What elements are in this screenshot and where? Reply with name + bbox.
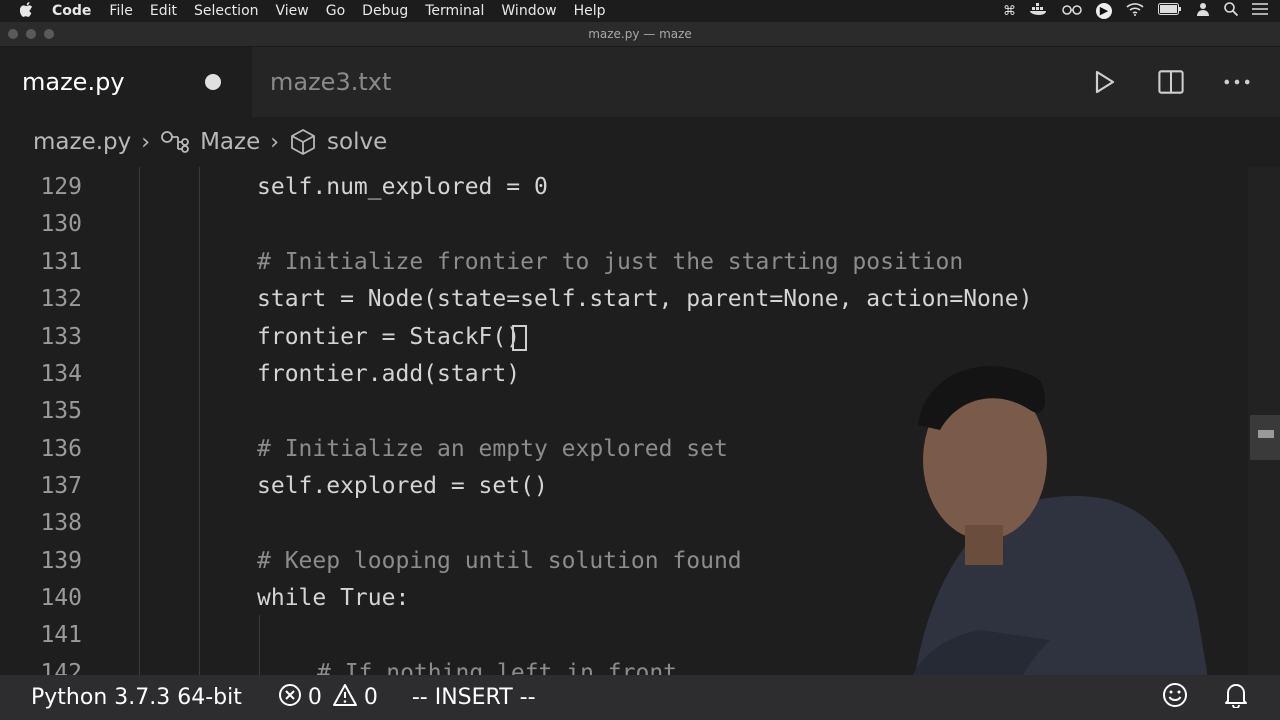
battery-icon[interactable]	[1158, 3, 1182, 19]
line-text: # If nothing left in front	[317, 660, 678, 675]
breadcrumb: maze.py › Maze › solve	[0, 117, 1280, 167]
line-number: 130	[40, 211, 82, 237]
docker-icon[interactable]	[1030, 3, 1048, 19]
menu-selection[interactable]: Selection	[194, 3, 259, 19]
menu-app-name[interactable]: Code	[52, 3, 91, 19]
line-text: while True:	[257, 585, 410, 611]
line-number: 134	[40, 361, 82, 387]
code-line[interactable]: 130	[0, 206, 1280, 243]
presenter-video-overlay	[900, 366, 1215, 720]
wifi-icon[interactable]	[1126, 2, 1144, 20]
menu-icon[interactable]	[1252, 3, 1268, 19]
line-text: # Keep looping until solution found	[257, 548, 742, 574]
menu-view[interactable]: View	[276, 3, 309, 19]
line-text: # Initialize frontier to just the starti…	[257, 249, 964, 275]
line-number: 141	[40, 622, 82, 648]
window-title: maze.py — maze	[588, 27, 692, 41]
glasses-icon[interactable]	[1062, 4, 1082, 19]
breadcrumb-class-label: Maze	[200, 129, 261, 155]
status-right-items	[1162, 675, 1248, 720]
line-number: 132	[40, 286, 82, 312]
play-circle-icon[interactable]: ▶	[1096, 3, 1112, 19]
apple-icon[interactable]	[19, 1, 36, 21]
line-number: 135	[40, 398, 82, 424]
run-play-icon[interactable]	[1092, 69, 1118, 95]
line-number: 131	[40, 249, 82, 275]
line-text: frontier = StackF()	[257, 324, 521, 350]
feedback-smiley-icon[interactable]	[1162, 682, 1188, 714]
line-number: 142	[40, 660, 82, 675]
menu-debug[interactable]: Debug	[362, 3, 408, 19]
code-line[interactable]: 132 start = Node(state=self.start, paren…	[0, 281, 1280, 318]
error-icon	[278, 683, 302, 713]
user-icon[interactable]	[1196, 2, 1210, 20]
problems-errors[interactable]: 0	[278, 683, 322, 713]
tab-label: maze.py	[22, 68, 125, 96]
command-icon[interactable]: ⌘	[1003, 4, 1016, 19]
menu-go[interactable]: Go	[326, 3, 345, 19]
menu-status-icons: ⌘ ▶	[1003, 0, 1268, 22]
split-editor-icon[interactable]	[1158, 69, 1184, 95]
chevron-right-icon: ›	[141, 129, 151, 155]
line-text: self.explored = set()	[257, 473, 548, 499]
menu-edit[interactable]: Edit	[150, 3, 177, 19]
line-text: # Initialize an empty explored set	[257, 436, 728, 462]
menu-file[interactable]: File	[109, 3, 132, 19]
line-number: 138	[40, 510, 82, 536]
tab-maze3-txt[interactable]: maze3.txt	[252, 47, 442, 117]
problems-warnings[interactable]: 0	[332, 683, 378, 713]
window-title-bar: maze.py — maze	[0, 22, 1280, 47]
editor-tab-bar: maze.py maze3.txt	[0, 47, 1280, 117]
code-line[interactable]: 129 self.num_explored = 0	[0, 169, 1280, 206]
class-symbol-icon	[160, 130, 190, 154]
line-number: 136	[40, 436, 82, 462]
tab-label: maze3.txt	[270, 68, 392, 96]
line-number: 137	[40, 473, 82, 499]
line-text: frontier.add(start)	[257, 361, 521, 387]
notifications-bell-icon[interactable]	[1224, 682, 1248, 714]
text-cursor	[512, 325, 527, 351]
search-icon[interactable]	[1224, 2, 1239, 20]
tab-maze-py[interactable]: maze.py	[0, 47, 252, 117]
macos-menu-bar: Code File Edit Selection View Go Debug T…	[0, 0, 1280, 22]
chevron-right-icon: ›	[270, 129, 280, 155]
code-line[interactable]: 131 # Initialize frontier to just the st…	[0, 244, 1280, 281]
status-bar: Python 3.7.3 64-bit 0 0 -- INSERT --	[0, 675, 1280, 720]
unsaved-dot-icon[interactable]	[205, 74, 221, 90]
breadcrumb-method[interactable]: solve	[289, 128, 387, 156]
breadcrumb-method-label: solve	[327, 129, 388, 155]
method-cube-icon	[289, 128, 317, 156]
menu-window[interactable]: Window	[501, 3, 556, 19]
line-number: 129	[40, 174, 82, 200]
python-interpreter[interactable]: Python 3.7.3 64-bit	[31, 685, 242, 710]
line-text: self.num_explored = 0	[257, 174, 548, 200]
vim-mode: -- INSERT --	[411, 685, 536, 710]
breadcrumb-file[interactable]: maze.py	[33, 129, 131, 155]
editor-actions	[1092, 47, 1250, 117]
warning-count: 0	[363, 685, 378, 710]
error-count: 0	[307, 685, 322, 710]
line-number: 140	[40, 585, 82, 611]
more-actions-icon[interactable]	[1224, 69, 1250, 95]
menu-terminal[interactable]: Terminal	[425, 3, 484, 19]
warning-icon	[332, 683, 358, 713]
line-number: 139	[40, 548, 82, 574]
line-number: 133	[40, 324, 82, 350]
breadcrumb-class[interactable]: Maze	[160, 129, 260, 155]
menu-help[interactable]: Help	[574, 3, 606, 19]
line-text: start = Node(state=self.start, parent=No…	[257, 286, 1033, 312]
